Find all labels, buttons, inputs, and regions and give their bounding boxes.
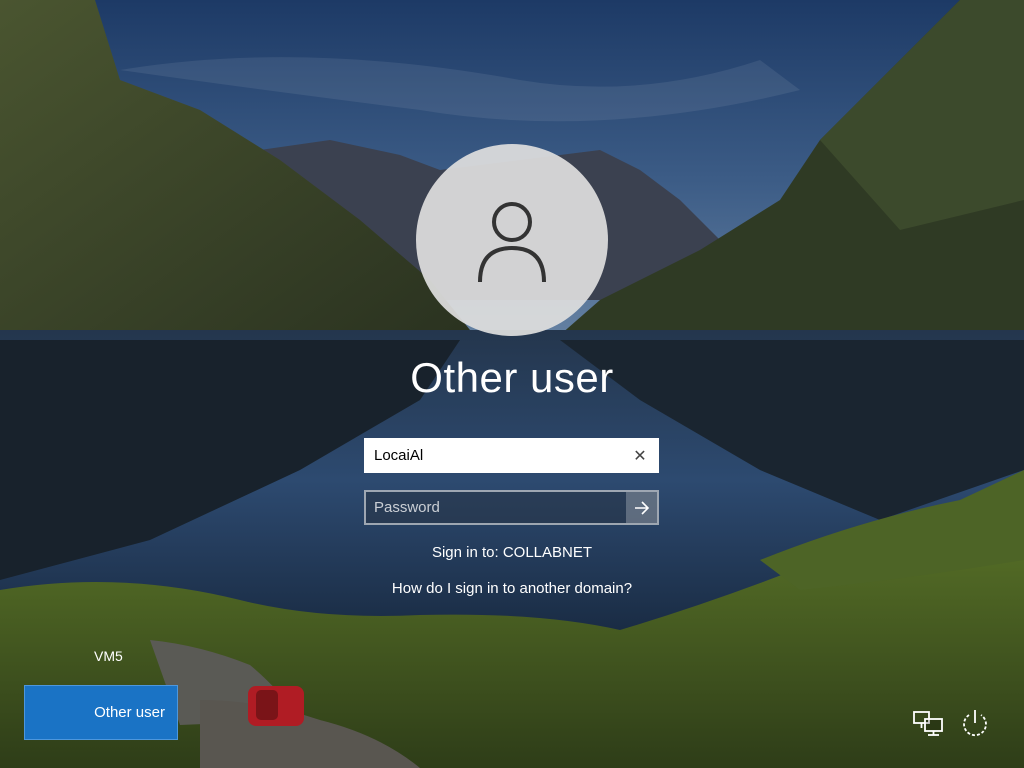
user-tile-other-user[interactable]: Other user: [24, 685, 178, 740]
username-field-container: ✕: [364, 438, 659, 473]
password-field-container: [364, 490, 659, 525]
user-silhouette-icon: [478, 202, 546, 283]
sign-in-domain-text: Sign in to: COLLABNET: [431, 544, 593, 561]
password-input[interactable]: [366, 492, 629, 523]
power-button[interactable]: [958, 706, 992, 740]
close-icon: ✕: [633, 447, 647, 465]
user-tile-label: Other user: [94, 704, 165, 721]
machine-name-label: VM5: [94, 648, 123, 664]
network-icon: [913, 711, 943, 736]
power-icon: [963, 710, 987, 737]
clear-username-button[interactable]: ✕: [627, 443, 653, 468]
help-domain-link[interactable]: How do I sign in to another domain?: [312, 580, 712, 597]
network-button[interactable]: [911, 706, 945, 740]
arrow-right-icon: [634, 500, 649, 515]
username-input[interactable]: [366, 440, 629, 471]
submit-button[interactable]: [626, 492, 657, 523]
username-heading: Other user: [410, 354, 614, 401]
user-avatar: [416, 144, 608, 336]
